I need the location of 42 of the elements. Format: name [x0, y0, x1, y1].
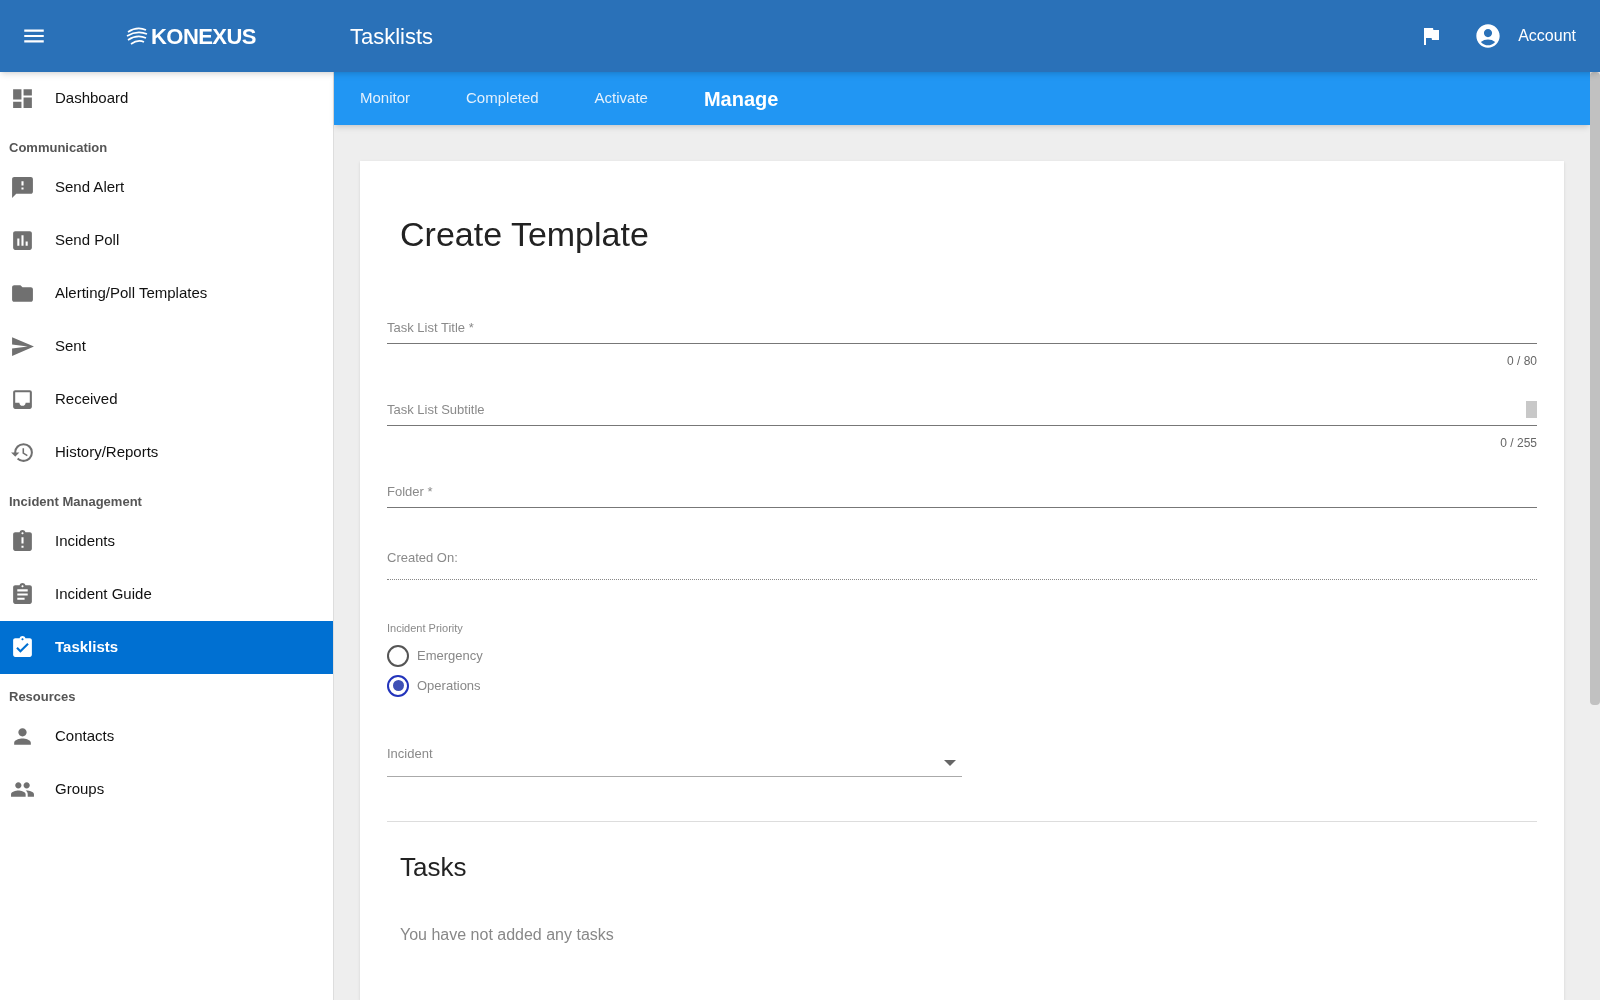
text-field[interactable]: Folder *: [387, 464, 1537, 508]
sidebar-item[interactable]: Received: [0, 373, 333, 426]
created-on-field: Created On:: [387, 532, 1537, 580]
bar-chart-icon: [10, 228, 35, 253]
inbox-icon: [10, 387, 35, 412]
empty-message: You have not added any tasks: [400, 924, 615, 945]
send-icon: [10, 334, 35, 359]
form-title: Create Template: [400, 214, 650, 255]
sidebar-item[interactable]: Dashboard: [0, 72, 333, 125]
sidebar-item[interactable]: Sent: [0, 320, 333, 373]
character-counter: 0 / 80: [1506, 353, 1537, 370]
sidebar-item[interactable]: Alerting/Poll Templates: [0, 267, 333, 320]
section-title: Tasks: [400, 850, 468, 884]
character-counter: 0 / 255: [1500, 435, 1537, 452]
incident-select[interactable]: Incident: [387, 732, 962, 777]
sidebar-item[interactable]: History/Reports: [0, 426, 333, 479]
section-heading: Communication: [9, 138, 108, 157]
sidebar-item[interactable]: Incident Guide: [0, 568, 333, 621]
account-icon: [1474, 22, 1503, 50]
sidebar-item[interactable]: Send Alert: [0, 161, 333, 214]
resize-handle[interactable]: [1526, 401, 1537, 418]
clipboard-check-icon: [10, 635, 35, 660]
field-label: Incident Priority: [387, 621, 463, 636]
sidebar-item[interactable]: Tasklists: [0, 621, 333, 674]
brand-logo-text: KONEXUS: [151, 22, 256, 51]
section-heading: Incident Management: [9, 492, 142, 511]
clipboard-icon: [10, 582, 35, 607]
radio-option[interactable]: Emergency: [387, 640, 483, 671]
text-field[interactable]: Task List Title *: [387, 300, 1537, 344]
sidebar-item[interactable]: Incidents: [0, 515, 333, 568]
page-title: Tasklists: [349, 22, 434, 51]
history-icon: [10, 440, 35, 465]
dropdown-caret-icon: [944, 759, 956, 766]
sidebar-item[interactable]: Groups: [0, 763, 333, 816]
sidebar-item[interactable]: Contacts: [0, 710, 333, 763]
dashboard-icon: [10, 86, 35, 111]
alert-message-icon: [10, 175, 35, 200]
clipboard-alert-icon: [10, 529, 35, 554]
account-button[interactable]: Account: [1474, 22, 1576, 50]
radio-option[interactable]: Operations: [387, 670, 481, 701]
sidebar-item[interactable]: Send Poll: [0, 214, 333, 267]
section-heading: Resources: [9, 687, 76, 706]
